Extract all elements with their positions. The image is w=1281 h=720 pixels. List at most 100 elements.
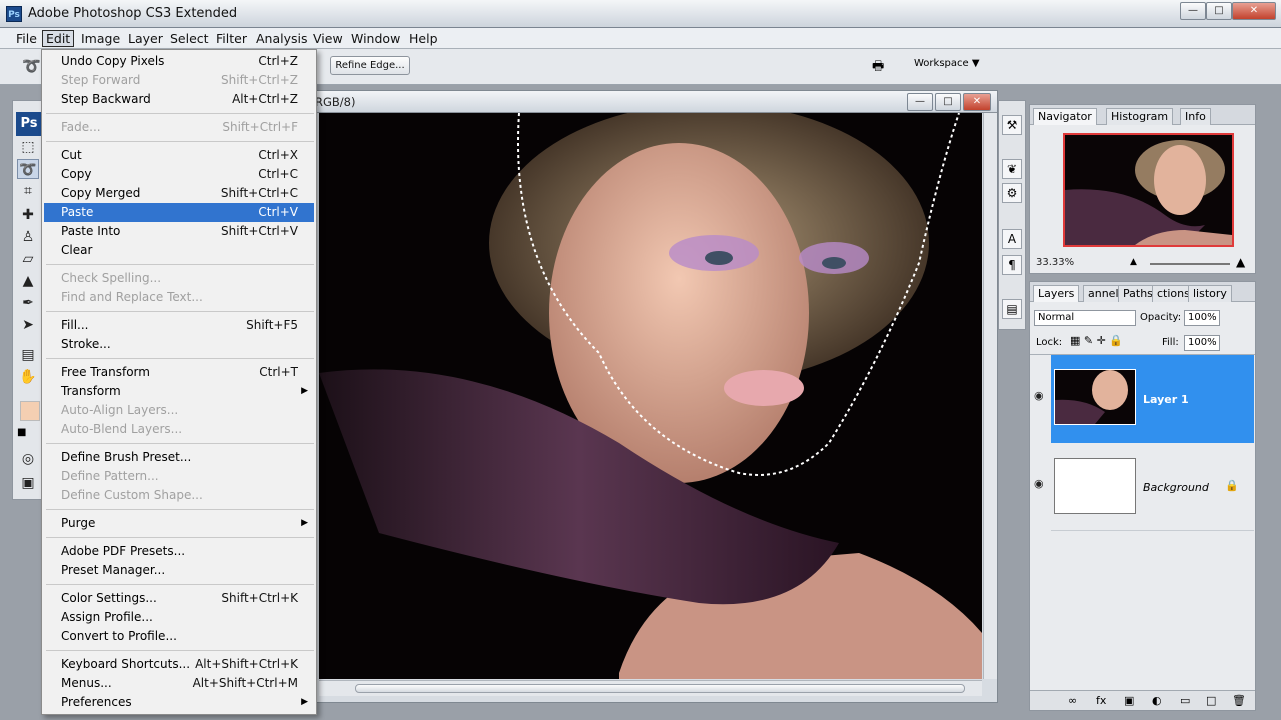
workspace-menu[interactable]: Workspace ▼	[914, 58, 980, 69]
menu-item-clear[interactable]: Clear	[44, 241, 314, 260]
lasso-tool-icon[interactable]: ➰	[17, 159, 39, 179]
brushes-icon[interactable]: ❦	[1002, 159, 1022, 179]
menu-help[interactable]: Help	[406, 30, 441, 47]
foreground-color-swatch[interactable]	[20, 401, 40, 421]
eraser-tool-icon[interactable]: ▱	[17, 249, 39, 269]
menu-item-fill[interactable]: Fill... Shift+F5	[44, 316, 314, 335]
navigator-thumbnail[interactable]	[1063, 133, 1234, 247]
doc-maximize-button[interactable]: □	[935, 93, 961, 111]
menu-item-step-backward[interactable]: Step Backward Alt+Ctrl+Z	[44, 90, 314, 109]
new-group-icon[interactable]: ▭	[1180, 694, 1190, 707]
menu-item-define-brush-preset[interactable]: Define Brush Preset...	[44, 448, 314, 467]
opacity-input[interactable]: 100%	[1184, 310, 1220, 326]
background-visibility-eye-icon[interactable]: ◉	[1034, 477, 1044, 490]
menu-item-adobe-pdf-presets[interactable]: Adobe PDF Presets...	[44, 542, 314, 561]
zoom-slider[interactable]	[1150, 263, 1230, 265]
layer-row-layer1[interactable]: Layer 1	[1051, 355, 1254, 443]
navigator-zoom[interactable]: 33.33%	[1036, 257, 1074, 268]
screen-mode-icon[interactable]: ▣	[17, 473, 39, 493]
menu-item-paste[interactable]: Paste Ctrl+V	[44, 203, 314, 222]
menu-item-preset-manager[interactable]: Preset Manager...	[44, 561, 314, 580]
menu-item-copy[interactable]: Copy Ctrl+C	[44, 165, 314, 184]
menu-separator	[46, 311, 314, 312]
paragraph-icon[interactable]: ¶	[1002, 255, 1022, 275]
background-lock-icon: 🔒	[1225, 479, 1239, 492]
delete-layer-icon[interactable]: 🗑	[1232, 694, 1246, 707]
layer-comps-icon[interactable]: ▤	[1002, 299, 1022, 319]
close-button[interactable]: ✕	[1232, 2, 1276, 20]
lock-icons[interactable]: ▦ ✎ ✛ 🔒	[1070, 334, 1123, 347]
blur-tool-icon[interactable]: ▲	[17, 271, 39, 291]
doc-minimize-button[interactable]: —	[907, 93, 933, 111]
menu-window[interactable]: Window	[348, 30, 403, 47]
stamp-tool-icon[interactable]: ♙	[17, 227, 39, 247]
menu-item-transform[interactable]: Transform ▶	[44, 382, 314, 401]
tab-info[interactable]: Info	[1180, 108, 1211, 125]
image-canvas[interactable]	[319, 113, 982, 679]
add-mask-icon[interactable]: ▣	[1124, 694, 1134, 707]
menu-filter[interactable]: Filter	[213, 30, 250, 47]
tab-layers[interactable]: Layers	[1033, 285, 1080, 302]
minimize-button[interactable]: —	[1180, 2, 1206, 20]
menu-item-stroke[interactable]: Stroke...	[44, 335, 314, 354]
default-colors-icon[interactable]: ■	[17, 427, 26, 438]
layer-style-icon[interactable]: fx	[1096, 694, 1106, 707]
menu-item-copy-merged[interactable]: Copy Merged Shift+Ctrl+C	[44, 184, 314, 203]
doc-close-button[interactable]: ✕	[963, 93, 991, 111]
menu-file[interactable]: File	[13, 30, 40, 47]
fill-input[interactable]: 100%	[1184, 335, 1220, 351]
menu-edit[interactable]: Edit	[42, 30, 75, 47]
path-select-tool-icon[interactable]: ➤	[17, 315, 39, 335]
menu-item-color-settings[interactable]: Color Settings... Shift+Ctrl+K	[44, 589, 314, 608]
menu-item-assign-profile[interactable]: Assign Profile...	[44, 608, 314, 627]
tool-presets-icon[interactable]: ⚒	[1002, 115, 1022, 135]
lasso-icon[interactable]: ➰	[22, 57, 41, 75]
maximize-button[interactable]: □	[1206, 2, 1232, 20]
menu-item-menus[interactable]: Menus... Alt+Shift+Ctrl+M	[44, 674, 314, 693]
notes-tool-icon[interactable]: ▤	[17, 345, 39, 365]
healing-tool-icon[interactable]: ✚	[17, 205, 39, 225]
background-name[interactable]: Background	[1143, 481, 1209, 494]
toolbox: ⬚ ➰ ⌗ ✚ ♙ ▱ ▲ ✒ ➤ ▤ ✋ ■ ◎ ▣	[12, 100, 44, 500]
tab-history[interactable]: listory	[1188, 285, 1232, 302]
menu-item-keyboard-shortcuts[interactable]: Keyboard Shortcuts... Alt+Shift+Ctrl+K	[44, 655, 314, 674]
refine-edge-button[interactable]: Refine Edge...	[330, 56, 410, 75]
menu-item-free-transform[interactable]: Free Transform Ctrl+T	[44, 363, 314, 382]
tab-navigator[interactable]: Navigator	[1033, 108, 1097, 125]
clone-source-icon[interactable]: ⚙	[1002, 183, 1022, 203]
character-icon[interactable]: A	[1002, 229, 1022, 249]
new-layer-icon[interactable]: □	[1206, 694, 1216, 707]
menu-view[interactable]: View	[310, 30, 346, 47]
blend-mode-select[interactable]: Normal	[1034, 310, 1136, 326]
adjustment-layer-icon[interactable]: ◐	[1152, 694, 1162, 707]
hand-tool-icon[interactable]: ✋	[17, 367, 39, 387]
menu-image[interactable]: Image	[78, 30, 123, 47]
submenu-arrow-icon: ▶	[301, 386, 308, 396]
layer-row-background[interactable]: Background 🔒	[1051, 443, 1254, 531]
layer1-visibility-eye-icon[interactable]: ◉	[1034, 389, 1044, 402]
zoom-in-icon[interactable]: ▲	[1236, 255, 1245, 269]
menu-item-cut[interactable]: Cut Ctrl+X	[44, 146, 314, 165]
layer1-name[interactable]: Layer 1	[1143, 393, 1189, 406]
quick-mask-icon[interactable]: ◎	[17, 449, 39, 469]
link-layers-icon[interactable]: ∞	[1068, 694, 1077, 707]
tab-histogram[interactable]: Histogram	[1106, 108, 1174, 125]
scroll-thumb[interactable]	[355, 684, 965, 693]
menu-item-convert-to-profile[interactable]: Convert to Profile...	[44, 627, 314, 646]
opacity-label: Opacity:	[1140, 312, 1182, 323]
menu-item-label: Transform	[61, 384, 121, 398]
crop-tool-icon[interactable]: ⌗	[17, 181, 39, 201]
vertical-scrollbar[interactable]	[983, 113, 997, 679]
menu-item-undo-copy-pixels[interactable]: Undo Copy Pixels Ctrl+Z	[44, 52, 314, 71]
menu-layer[interactable]: Layer	[125, 30, 166, 47]
menu-select[interactable]: Select	[167, 30, 212, 47]
menu-item-preferences[interactable]: Preferences ▶	[44, 693, 314, 712]
zoom-out-icon[interactable]: ▲	[1130, 257, 1137, 267]
marquee-tool-icon[interactable]: ⬚	[17, 137, 39, 157]
pen-tool-icon[interactable]: ✒	[17, 293, 39, 313]
horizontal-scrollbar[interactable]	[319, 680, 982, 696]
menu-item-paste-into[interactable]: Paste Into Shift+Ctrl+V	[44, 222, 314, 241]
menu-analysis[interactable]: Analysis	[253, 30, 311, 47]
menu-item-purge[interactable]: Purge ▶	[44, 514, 314, 533]
bridge-icon[interactable]: 🖶	[872, 57, 884, 79]
